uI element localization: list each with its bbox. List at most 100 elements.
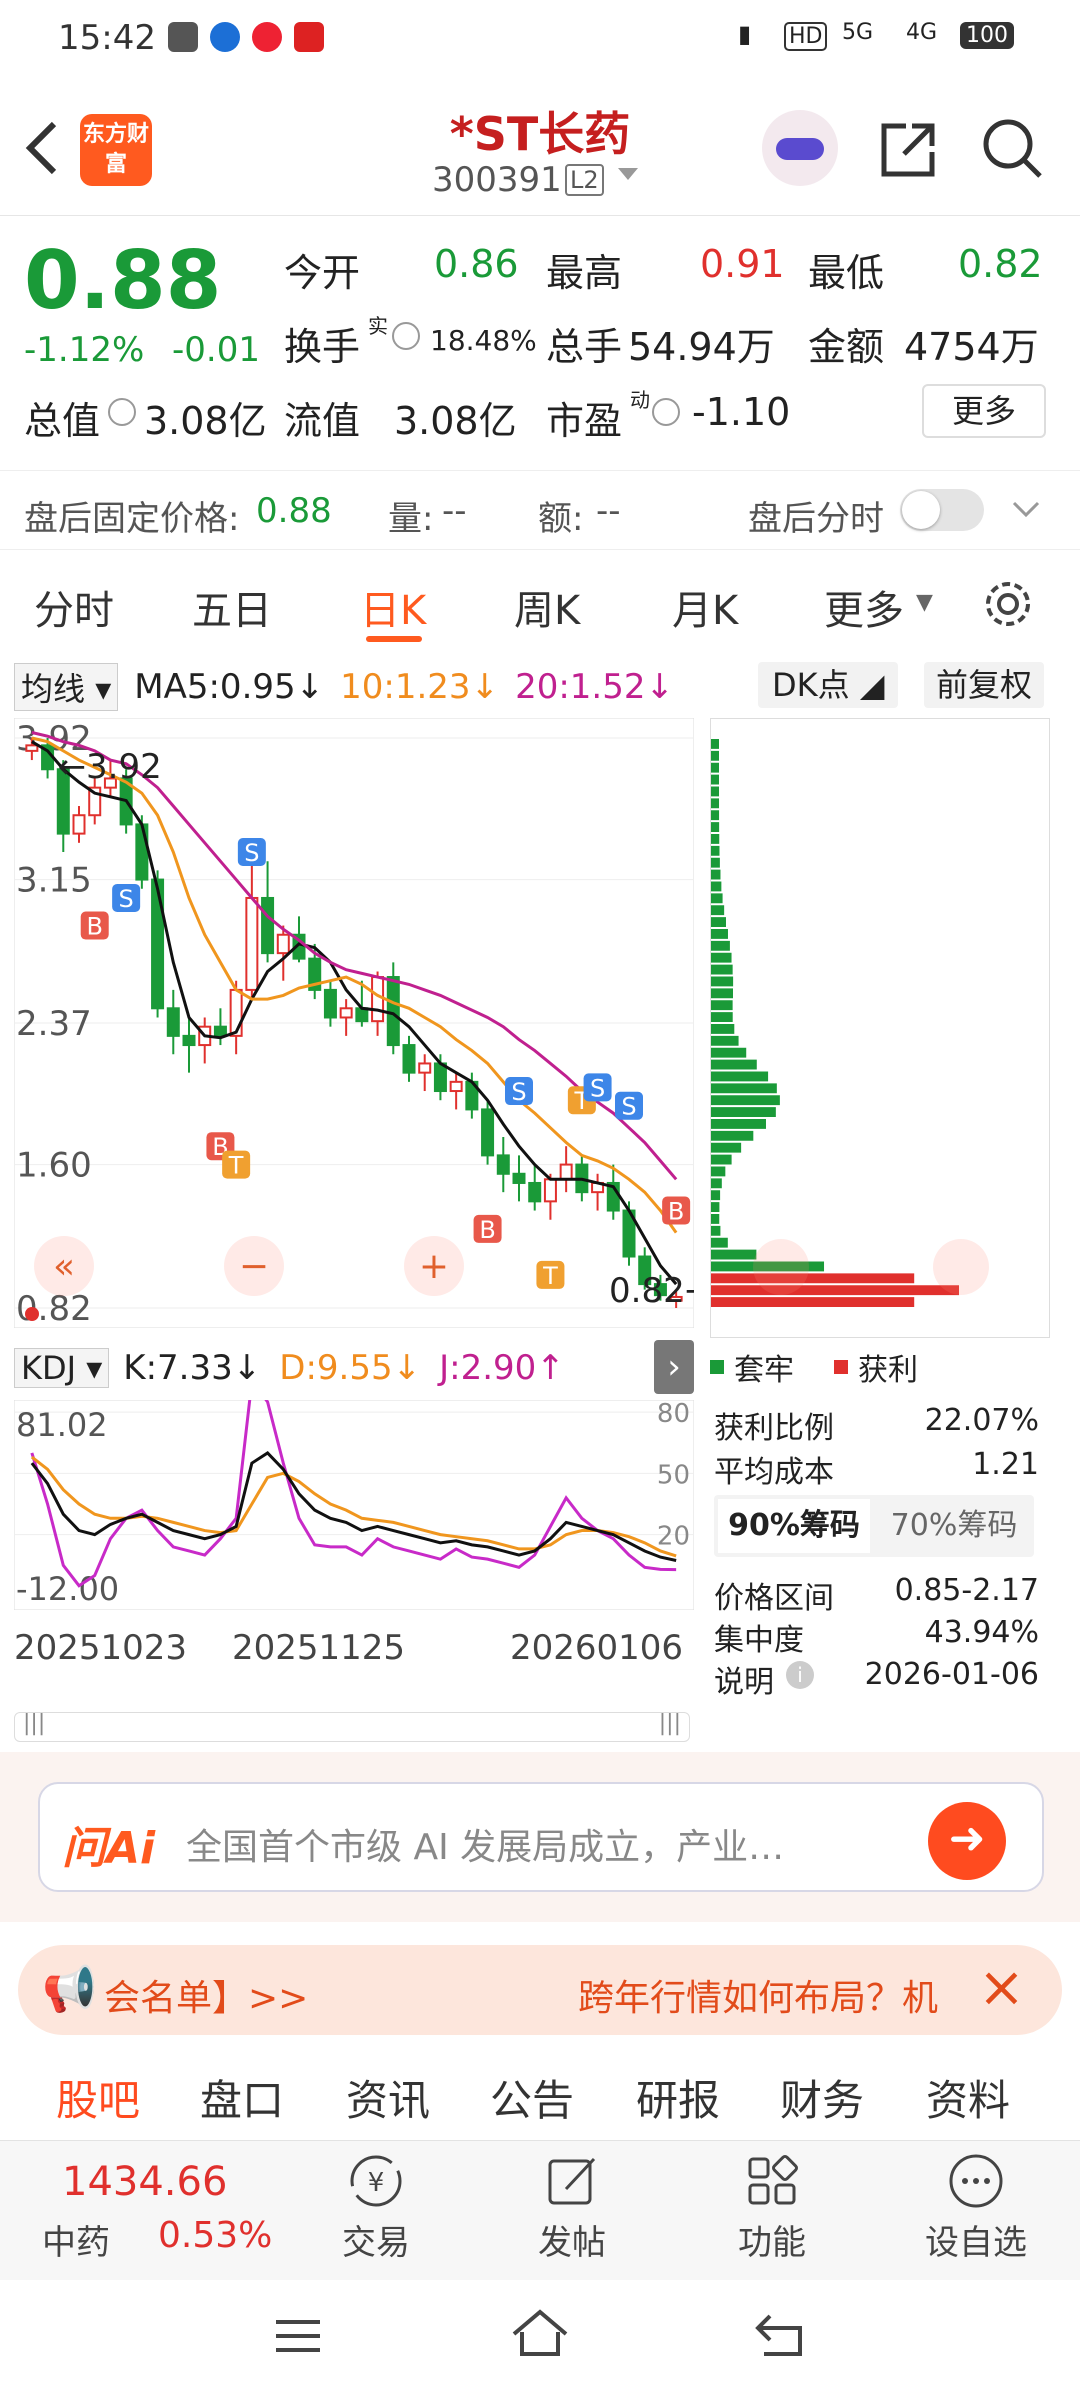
after-hours-price: 0.88 <box>256 491 332 531</box>
info-icon[interactable] <box>392 322 420 350</box>
tab-weekly-k[interactable]: 周K <box>514 578 580 636</box>
scroll-right-icon[interactable] <box>753 1239 809 1295</box>
range-label: 价格区间 <box>714 1581 834 1616</box>
ai-submit-arrow-icon[interactable]: ➜ <box>928 1802 1006 1880</box>
indicator-selector[interactable]: KDJ ▾ <box>14 1347 110 1388</box>
date-label: 20251023 <box>14 1628 188 1668</box>
tab-chip-90[interactable]: 90%筹码 <box>718 1499 870 1553</box>
function-button[interactable]: 功能 <box>730 2151 814 2264</box>
candle <box>386 976 400 1047</box>
tab-chip-70[interactable]: 70%筹码 <box>878 1499 1030 1553</box>
ma5-value: MA5:0.95 <box>134 667 296 707</box>
indicator-selector-label: KDJ <box>21 1348 77 1387</box>
notice-banner[interactable]: 📢 会名单】>> 跨年行情如何布局？机 × <box>18 1945 1062 2035</box>
signal-letter: S <box>590 1074 605 1102</box>
notice-right-text[interactable]: 跨年行情如何布局？机 <box>578 1969 938 2021</box>
chip-distribution <box>710 718 1050 1338</box>
tab-research[interactable]: 研报 <box>636 2067 720 2128</box>
grid-icon <box>748 2155 798 2205</box>
info-icon[interactable] <box>108 398 136 426</box>
high-label: 最高 <box>546 251 623 295</box>
chip-bar <box>711 869 721 880</box>
chip-bar <box>711 952 732 963</box>
bottom-toolbar: 1434.66 中药 0.53% ¥ 交易 发帖 功能 设自选 <box>0 2140 1080 2280</box>
tab-news[interactable]: 资讯 <box>346 2067 430 2128</box>
assistant-avatar[interactable] <box>762 110 838 186</box>
kdj-max-tick: 81.02 <box>16 1406 108 1444</box>
ai-search-box[interactable]: 问Ai 全国首个市级 AI 发展局成立，产业… ➜ <box>38 1782 1044 1892</box>
post-button[interactable]: 发帖 <box>530 2151 614 2264</box>
trade-label: 交易 <box>342 2223 410 2263</box>
scroll-right-handle[interactable]: ||| <box>659 1711 681 1736</box>
ma10-value: 10:1.23 <box>340 667 471 707</box>
more-dots-icon <box>949 2154 1003 2208</box>
tab-five-day[interactable]: 五日 <box>192 578 272 636</box>
tab-finance[interactable]: 财务 <box>780 2067 864 2128</box>
ma-selector-label: 均线 <box>21 670 86 708</box>
app-k-icon <box>210 22 240 52</box>
kline-chart[interactable]: 3.923.152.371.600.82←3.920.82→BSBTSBSTTS… <box>14 718 694 1328</box>
tab-announcements[interactable]: 公告 <box>490 2067 574 2128</box>
chip-bar <box>711 976 734 987</box>
dk-points-button[interactable]: DK点 ◢ <box>758 662 899 708</box>
chip-bar <box>711 1012 733 1022</box>
kdj-j-arrow-icon: ↑ <box>536 1347 565 1388</box>
tab-monthly-k[interactable]: 月K <box>672 578 738 636</box>
chip-bar <box>711 1297 915 1307</box>
tab-forum[interactable]: 股吧 <box>56 2067 140 2128</box>
bottom-content-tabs: 股吧 盘口 资讯 公告 研报 财务 资料 <box>0 2045 1080 2135</box>
ma20-arrow-icon: ↓ <box>645 667 674 707</box>
add-watchlist-button[interactable]: 设自选 <box>916 2151 1036 2264</box>
system-nav-bar <box>0 2280 1080 2400</box>
tab-daily-k[interactable]: 日K <box>360 578 426 636</box>
chart-scrollbar[interactable]: ||| ||| <box>14 1711 690 1742</box>
index-pct: 0.53% <box>158 2215 273 2256</box>
turnover-value: 18.48% <box>430 324 537 357</box>
level2-badge[interactable]: L2 <box>565 164 604 196</box>
chip-histogram <box>711 739 989 1307</box>
chip-bar <box>711 1214 720 1224</box>
expand-arrow-icon[interactable]: › <box>654 1340 694 1394</box>
candle <box>166 1007 180 1037</box>
ma-selector[interactable]: 均线 ▾ <box>14 663 119 711</box>
adjust-button[interactable]: 前复权 <box>924 662 1045 708</box>
info-icon[interactable]: i <box>786 1661 814 1689</box>
trade-button[interactable]: ¥ 交易 <box>334 2151 418 2264</box>
dropdown-icon[interactable] <box>618 168 638 180</box>
kdj-legend: KDJ ▾ K:7.33 ↓ D:9.55 ↓ J:2.90 ↑ › <box>14 1340 694 1395</box>
home-icon[interactable] <box>508 2306 572 2362</box>
share-icon[interactable] <box>876 118 940 182</box>
back-nav-icon[interactable] <box>750 2308 810 2360</box>
more-button[interactable]: 更多 <box>922 384 1046 438</box>
turnover-sup: 实 <box>368 314 388 338</box>
index-widget[interactable]: 1434.66 中药 0.53% <box>20 2151 290 2271</box>
kdj-d-value: D:9.55 <box>279 1347 393 1388</box>
signal-letter: S <box>621 1093 636 1121</box>
amount-value: 4754万 <box>904 325 1039 369</box>
tab-more[interactable]: 更多 <box>824 578 904 636</box>
tab-profile[interactable]: 资料 <box>926 2067 1010 2128</box>
expand-icon[interactable] <box>933 1239 989 1295</box>
function-label: 功能 <box>738 2223 806 2263</box>
notice-left-text[interactable]: 会名单】>> <box>104 1969 308 2021</box>
candle <box>151 878 165 1010</box>
close-icon[interactable]: × <box>978 1955 1025 2020</box>
intraday-toggle[interactable] <box>900 489 984 531</box>
chevron-down-icon[interactable] <box>1010 497 1042 521</box>
settings-gear-icon[interactable] <box>980 576 1036 632</box>
ma10-arrow-icon: ↓ <box>470 667 500 707</box>
chip-bar <box>711 1225 721 1236</box>
date-label: 20251125 <box>232 1628 406 1668</box>
kdj-chart[interactable]: 80 50 20 81.02 -12.00 <box>14 1400 694 1610</box>
tab-more-caret-icon[interactable]: ▼ <box>916 590 933 615</box>
info-icon[interactable] <box>652 398 680 426</box>
status-bar: 15:42 ▮ HD 5G 4G 100 <box>0 0 1080 80</box>
scroll-left-handle[interactable]: ||| <box>23 1711 45 1736</box>
chip-bar <box>711 1107 776 1117</box>
signal-letter: S <box>511 1078 526 1106</box>
search-icon[interactable] <box>980 116 1044 180</box>
low-value: 0.82 <box>958 242 1043 286</box>
tab-intraday[interactable]: 分时 <box>34 578 114 636</box>
tab-orderbook[interactable]: 盘口 <box>200 2067 284 2128</box>
menu-icon[interactable] <box>272 2310 324 2362</box>
